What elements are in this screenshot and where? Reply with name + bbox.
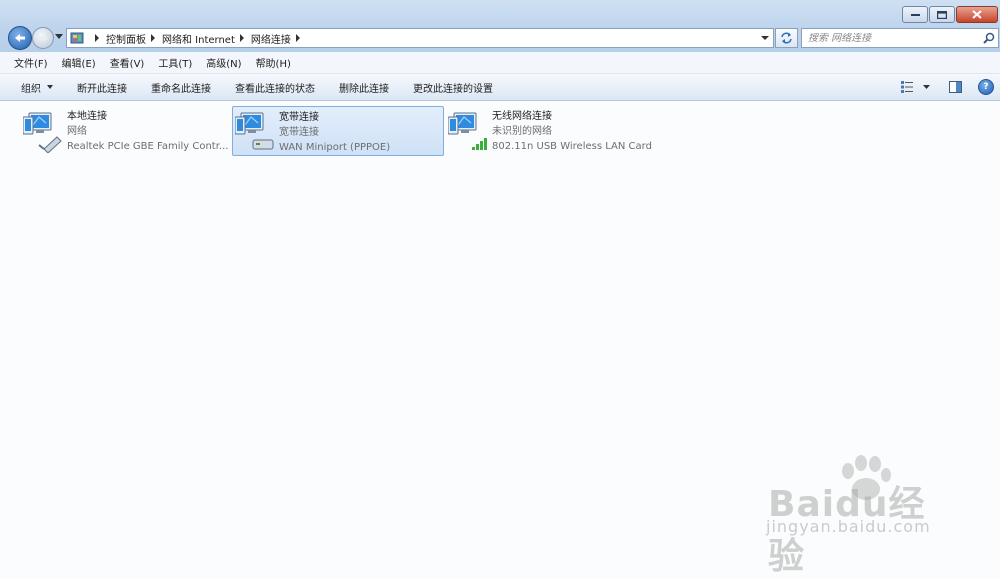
breadcrumb-separator-icon[interactable] [295,34,300,42]
view-status-button[interactable]: 查看此连接的状态 [223,80,327,95]
maximize-icon [937,10,947,19]
connection-device: 802.11n USB Wireless LAN Card [492,141,652,152]
breadcrumb-control-panel[interactable]: 控制面板 [106,31,146,46]
connection-device: WAN Miniport (PPPOE) [279,142,391,153]
search-box[interactable] [801,28,999,48]
menu-help[interactable]: 帮助(H) [249,55,298,70]
delete-button[interactable]: 删除此连接 [327,80,401,95]
breadcrumb-separator-icon[interactable] [239,34,244,42]
address-bar[interactable]: 控制面板 网络和 Internet 网络连接 [66,28,774,48]
control-panel-icon [70,32,84,44]
connection-name: 宽带连接 [279,112,319,123]
breadcrumb-network-internet[interactable]: 网络和 Internet [162,31,235,46]
menu-edit[interactable]: 编辑(E) [55,55,103,70]
connection-item-local[interactable]: 本地连接 网络 Realtek PCIe GBE Family Contr... [17,106,229,154]
menu-view[interactable]: 查看(V) [103,55,152,70]
breadcrumb-separator-icon[interactable] [95,34,99,42]
disconnect-button[interactable]: 断开此连接 [65,80,139,95]
recent-pages-dropdown-icon[interactable] [55,34,63,39]
menu-bar: 文件(F) 编辑(E) 查看(V) 工具(T) 高级(N) 帮助(H) [0,52,1000,74]
rename-button[interactable]: 重命名此连接 [139,80,223,95]
back-arrow-icon [15,34,25,42]
organize-label: 组织 [21,83,41,95]
change-settings-button[interactable]: 更改此连接的设置 [401,80,505,95]
maximize-button[interactable] [929,6,955,23]
change-view-button[interactable] [901,81,931,93]
chevron-down-icon [923,84,930,89]
chevron-down-icon [47,85,53,89]
close-icon [972,10,982,19]
connection-item-broadband[interactable]: 宽带连接 宽带连接 WAN Miniport (PPPOE) [232,106,444,156]
forward-button[interactable] [32,27,54,49]
window-chrome: 控制面板 网络和 Internet 网络连接 [0,0,1000,52]
connection-status: 网络 [67,126,87,137]
wireless-connection-icon [447,109,488,153]
connection-name: 无线网络连接 [492,111,552,122]
connection-status: 未识别的网络 [492,126,552,137]
breadcrumb-network-connections[interactable]: 网络连接 [251,31,291,46]
window-buttons [902,6,998,23]
baidu-jingyan-watermark: Baidu经验 jingyan.baidu.com [762,455,962,577]
connection-name: 本地连接 [67,111,107,122]
command-bar-right: ? [901,74,1000,100]
view-details-icon [901,81,913,93]
minimize-icon [910,13,920,16]
refresh-button[interactable] [775,28,798,48]
preview-pane-icon[interactable] [949,81,962,93]
menu-file[interactable]: 文件(F) [0,55,55,70]
watermark-url: jingyan.baidu.com [766,517,931,536]
help-button[interactable]: ? [978,79,994,95]
close-button[interactable] [956,6,998,23]
address-history-dropdown-icon[interactable] [761,36,769,40]
organize-button[interactable]: 组织 [0,80,65,95]
search-input[interactable] [808,32,978,44]
broadband-connection-icon [234,110,275,154]
minimize-button[interactable] [902,6,928,23]
menu-advanced[interactable]: 高级(N) [199,55,248,70]
command-bar: 组织 断开此连接 重命名此连接 查看此连接的状态 删除此连接 更改此连接的设置 … [0,74,1000,101]
ethernet-connection-icon [22,109,63,154]
search-icon[interactable] [983,32,995,44]
connection-device: Realtek PCIe GBE Family Contr... [67,141,229,152]
back-button[interactable] [8,26,32,50]
forward-arrow-icon [38,34,48,42]
menu-tools[interactable]: 工具(T) [151,55,199,70]
connection-item-wireless[interactable]: 无线网络连接 未识别的网络 802.11n USB Wireless LAN C… [446,106,676,154]
connection-status: 宽带连接 [279,127,319,138]
breadcrumb-separator-icon[interactable] [151,34,155,42]
refresh-icon [781,32,792,44]
